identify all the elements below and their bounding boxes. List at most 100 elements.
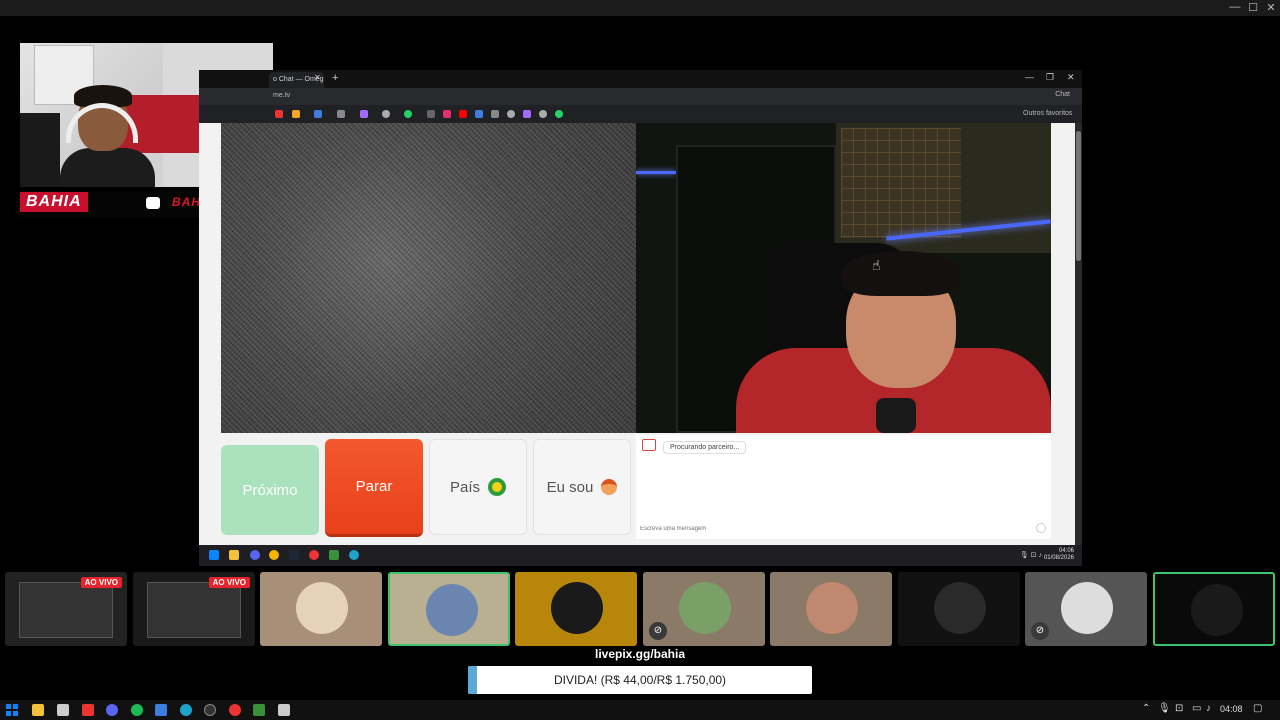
notification-icon[interactable]: ▢: [1253, 703, 1262, 714]
app-icon[interactable]: [253, 704, 265, 716]
page-scrollbar[interactable]: [1075, 123, 1082, 545]
participant-avatar: [806, 582, 858, 634]
browser-maximize-icon[interactable]: ❐: [1046, 72, 1054, 83]
file-explorer-icon[interactable]: [32, 704, 44, 716]
new-tab-icon[interactable]: +: [332, 72, 338, 84]
globe-icon[interactable]: [539, 110, 547, 118]
participant-tile[interactable]: [898, 572, 1020, 646]
participant-tile[interactable]: [1153, 572, 1275, 646]
screen-share-preview: [147, 582, 241, 638]
discord-icon[interactable]: [106, 704, 118, 716]
screen-share-preview: [19, 582, 113, 638]
led-strip: [636, 171, 676, 174]
other-bookmarks[interactable]: Outros favoritos: [1023, 110, 1072, 117]
chrome-icon[interactable]: [269, 550, 279, 560]
windows-start-icon[interactable]: [6, 704, 18, 716]
discord-icon[interactable]: [250, 550, 260, 560]
edge-icon[interactable]: [180, 704, 192, 716]
streamer-body: [60, 148, 155, 187]
bookmark-icon[interactable]: [292, 110, 300, 118]
spotify-icon[interactable]: [131, 704, 143, 716]
browser-close-icon[interactable]: ✕: [1067, 72, 1075, 83]
scrollbar-thumb[interactable]: [1076, 131, 1081, 261]
participant-tile[interactable]: [770, 572, 892, 646]
emoji-icon[interactable]: [1036, 523, 1046, 533]
collection-shelf: [841, 128, 961, 238]
tray-arrow-icon[interactable]: ⌃: [1142, 703, 1150, 714]
bookmarks-bar: Outros favoritos: [199, 105, 1082, 123]
bookmark-icon[interactable]: [314, 110, 322, 118]
donation-link: livepix.gg/bahia: [594, 647, 686, 661]
muted-mic-icon: ⊘: [649, 622, 667, 640]
omegle-logo-icon: [642, 439, 656, 451]
participant-strip: AO VIVO AO VIVO ⊘ ⊘: [0, 572, 1280, 648]
brand-bahia-logo: BAHIA: [20, 192, 88, 212]
participant-tile[interactable]: [515, 572, 637, 646]
participant-tile[interactable]: [388, 572, 510, 646]
next-label: Próximo: [242, 481, 298, 499]
edge-icon[interactable]: [349, 550, 359, 560]
profile-chip[interactable]: Chat: [1055, 91, 1070, 98]
browser-minimize-icon[interactable]: —: [1025, 72, 1034, 82]
stop-button[interactable]: Parar: [325, 439, 423, 537]
windows-start-icon[interactable]: [209, 550, 219, 560]
inner-clock: 04:06 01/08/2026: [1044, 548, 1074, 562]
i-am-label: Eu sou: [546, 478, 594, 496]
app-icon[interactable]: [309, 550, 319, 560]
country-button[interactable]: País: [429, 439, 527, 535]
address-bar[interactable]: me.tv Chat: [199, 88, 1082, 105]
bookmark-icon[interactable]: [427, 110, 435, 118]
app-icon[interactable]: [155, 704, 167, 716]
volume-icon[interactable]: ♪: [1206, 703, 1211, 714]
tray-icons[interactable]: 🎙 ⊡ ♪: [1020, 551, 1042, 559]
bookmark-icon[interactable]: [360, 110, 368, 118]
whatsapp-icon[interactable]: [404, 110, 412, 118]
app-icon[interactable]: [329, 550, 339, 560]
bookmark-icon[interactable]: [523, 110, 531, 118]
donation-goal-bar: DIVIDA! (R$ 44,00/R$ 1.750,00): [468, 666, 812, 694]
steam-icon[interactable]: [289, 550, 299, 560]
globe-icon[interactable]: [382, 110, 390, 118]
participant-avatar: [679, 582, 731, 634]
participant-tile[interactable]: AO VIVO: [5, 572, 127, 646]
bookmark-icon[interactable]: [507, 110, 515, 118]
mic-icon[interactable]: 🎙: [1158, 703, 1171, 714]
url-text[interactable]: me.tv: [273, 92, 290, 99]
microphone: [876, 398, 916, 433]
inner-time: 04:06: [1058, 548, 1074, 554]
brave-icon[interactable]: [82, 704, 94, 716]
app-icon[interactable]: [204, 704, 216, 716]
whatsapp-icon[interactable]: [555, 110, 563, 118]
brazil-flag-icon: [488, 478, 506, 496]
network-icon[interactable]: ⊡: [1175, 703, 1183, 714]
host-taskbar: ⌃ 🎙 ⊡ ▭ ♪ 04:08 ▢: [0, 700, 1280, 720]
tab-close-icon[interactable]: ✕: [314, 73, 321, 82]
youtube-icon[interactable]: [229, 704, 241, 716]
boy-emoji-icon: [601, 479, 618, 495]
next-button[interactable]: Próximo: [221, 445, 319, 535]
participant-avatar: [296, 582, 348, 634]
instagram-icon[interactable]: [443, 110, 451, 118]
bookmark-icon[interactable]: [337, 110, 345, 118]
i-am-button[interactable]: Eu sou: [533, 439, 631, 535]
app-icon[interactable]: [57, 704, 69, 716]
file-explorer-icon[interactable]: [229, 550, 239, 560]
bookmark-icon[interactable]: [475, 110, 483, 118]
muted-mic-icon: ⊘: [1031, 622, 1049, 640]
brand-icon: [146, 196, 160, 209]
bookmark-icon[interactable]: [275, 110, 283, 118]
youtube-icon[interactable]: [459, 110, 467, 118]
close-button[interactable]: ✕: [1260, 1, 1280, 14]
display-icon[interactable]: ▭: [1192, 703, 1201, 714]
bookmark-icon[interactable]: [491, 110, 499, 118]
participant-tile[interactable]: [260, 572, 382, 646]
person-hair: [841, 251, 961, 296]
participant-tile[interactable]: ⊘: [1025, 572, 1147, 646]
app-icon[interactable]: [278, 704, 290, 716]
participant-tile[interactable]: AO VIVO: [133, 572, 255, 646]
omegle-page: ☝ Próximo Parar País Eu sou Procurando p…: [199, 123, 1075, 545]
participant-tile[interactable]: ⊘: [643, 572, 765, 646]
participant-avatar: [1191, 584, 1243, 636]
chat-message-input[interactable]: [640, 523, 1035, 535]
participant-avatar: [426, 584, 478, 636]
